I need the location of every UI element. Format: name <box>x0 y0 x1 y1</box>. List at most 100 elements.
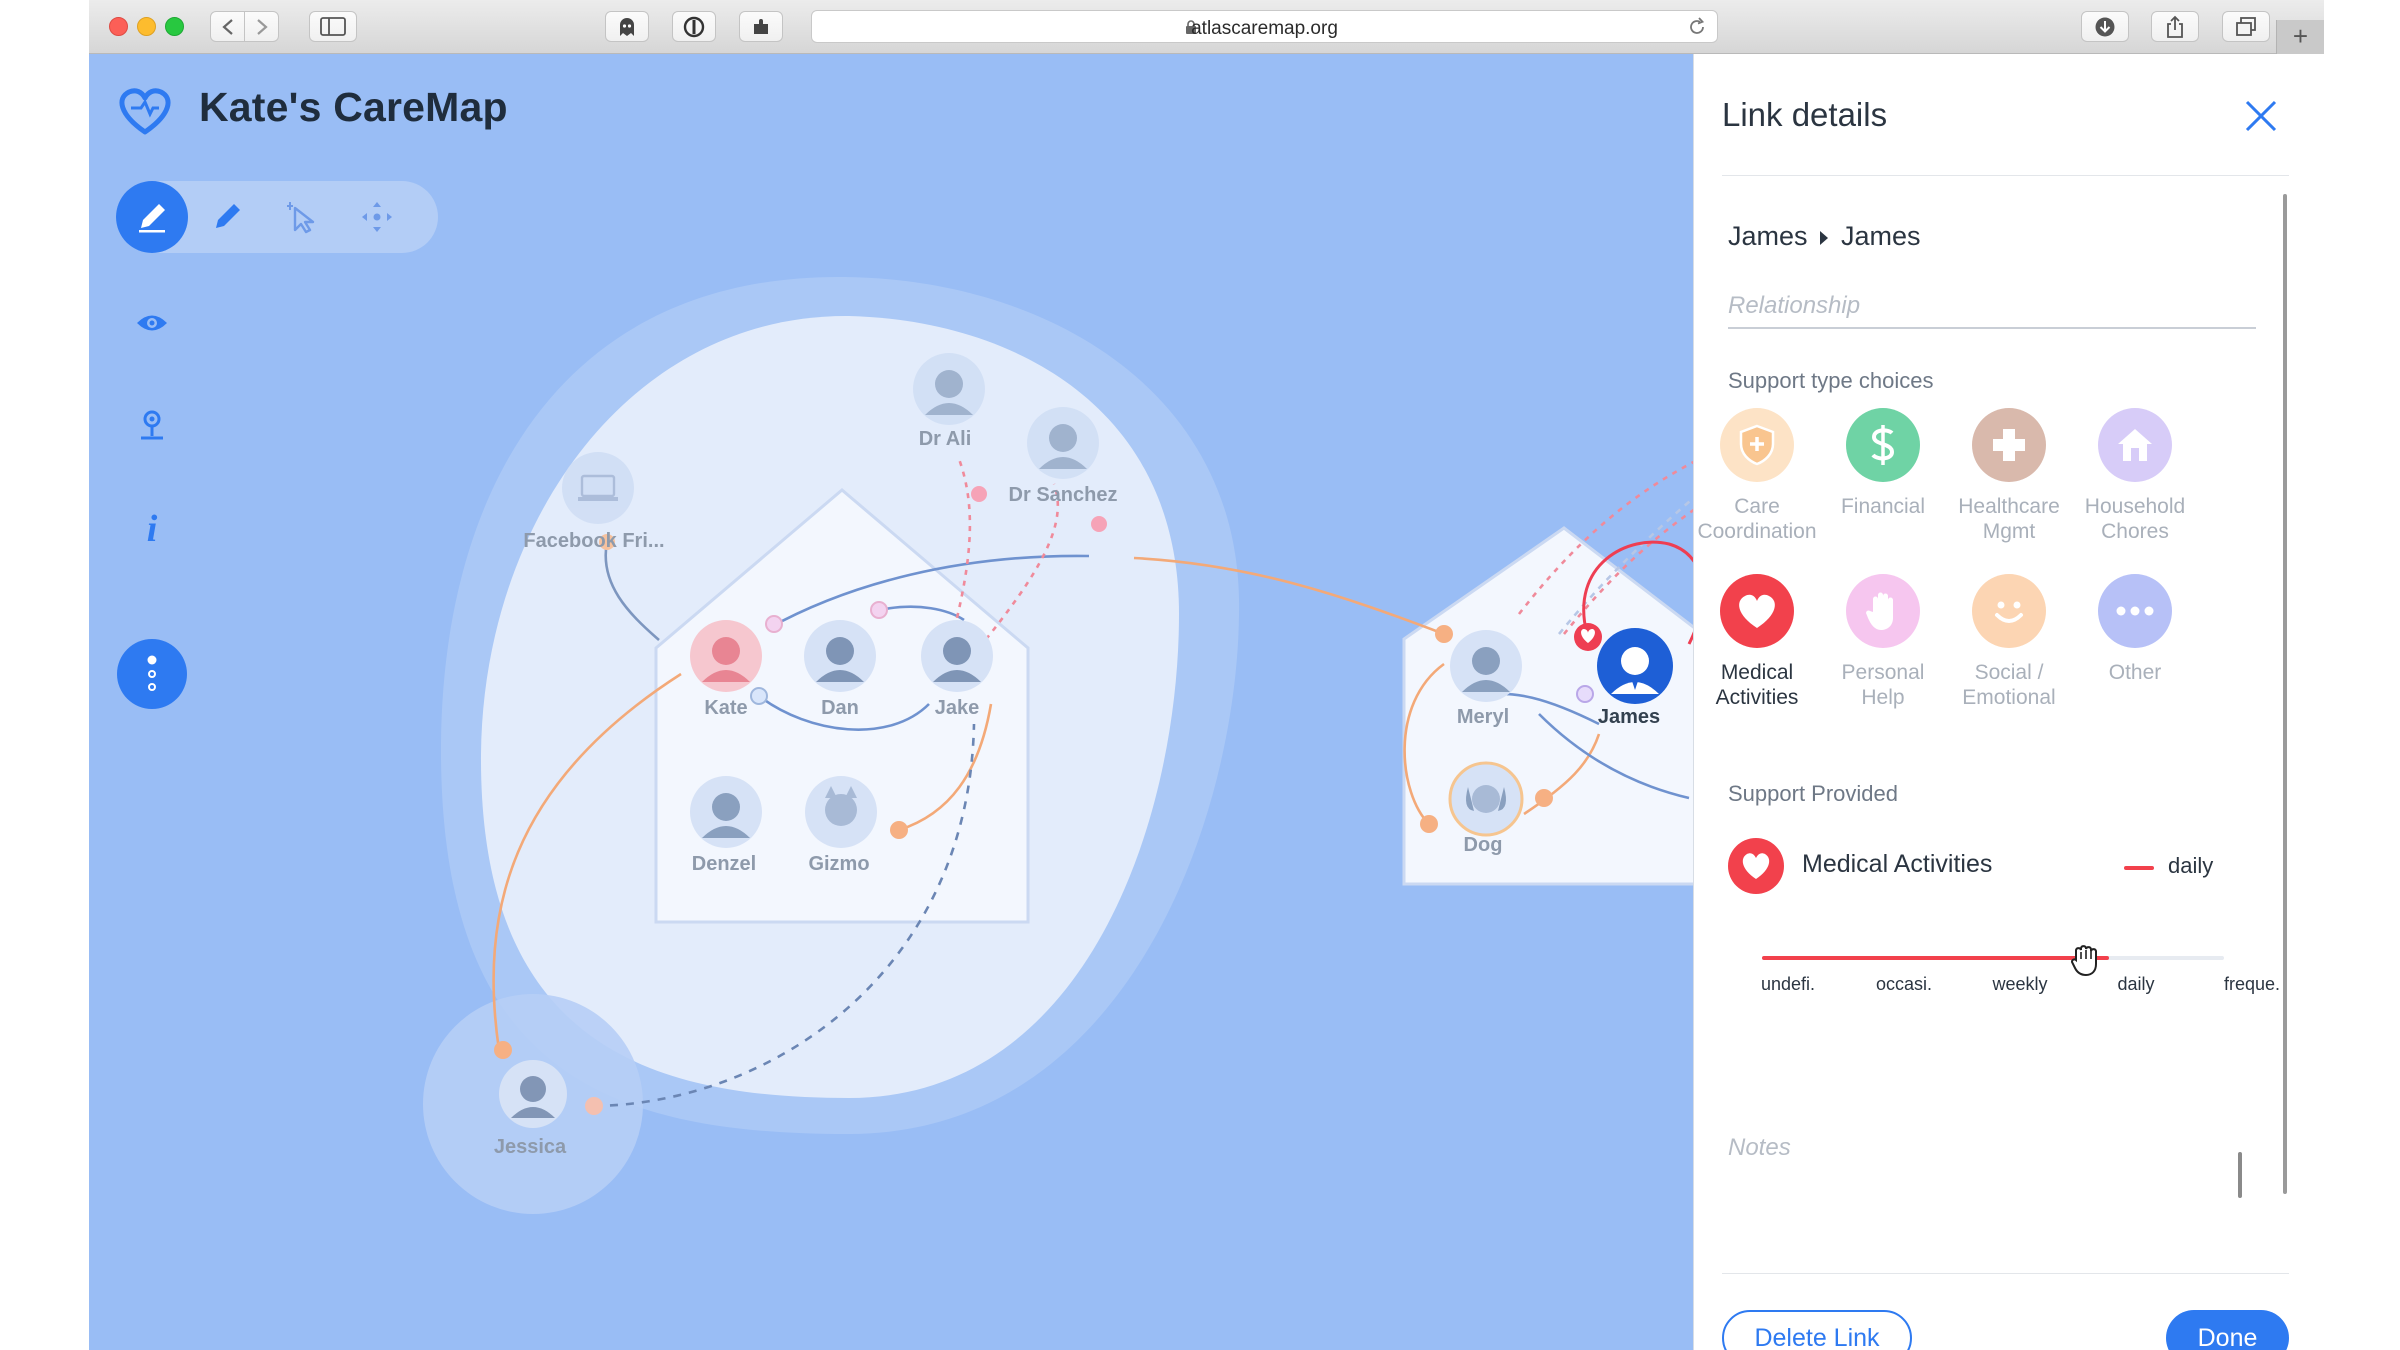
share-button[interactable] <box>2151 11 2199 42</box>
avatar-kate[interactable] <box>690 620 762 692</box>
avatar-james[interactable] <box>1597 628 1673 704</box>
screenshot-stage: atlascaremap.org + Kate Dan Jake Denzel … <box>0 0 2400 1350</box>
avatar-dan[interactable] <box>804 620 876 692</box>
frequency-tick-weekly[interactable]: weekly <box>1970 974 2070 995</box>
privacy-extension-button[interactable] <box>672 11 716 42</box>
heart-icon <box>1739 594 1775 628</box>
frequency-slider-track[interactable] <box>1762 956 2224 960</box>
reload-button[interactable] <box>1687 17 1707 43</box>
notes-scrollbar[interactable] <box>2238 1152 2242 1198</box>
avatar-facebook-friends[interactable] <box>562 452 634 524</box>
frequency-tick-undefined[interactable]: undefi. <box>1738 974 1838 995</box>
forward-button[interactable] <box>244 11 279 42</box>
support-type-care-line2: Coordination <box>1697 520 1817 543</box>
select-tool-button[interactable] <box>266 181 338 253</box>
frequency-tick-daily[interactable]: daily <box>2086 974 2186 995</box>
location-button[interactable] <box>129 402 175 448</box>
show-tabs-button[interactable] <box>2222 11 2270 42</box>
support-type-care-line1: Care <box>1734 495 1780 518</box>
avatar-denzel[interactable] <box>690 776 762 848</box>
relationship-input[interactable] <box>1728 284 2256 329</box>
downloads-button[interactable] <box>2081 11 2129 42</box>
edit-mode-button[interactable] <box>116 181 188 253</box>
shield-plus-icon <box>1739 424 1775 466</box>
support-type-social-line2: Emotional <box>1962 686 2056 709</box>
address-bar[interactable]: atlascaremap.org <box>811 10 1718 43</box>
house-icon <box>2118 429 2152 461</box>
provided-support-row[interactable]: Medical Activities daily <box>1728 834 2268 894</box>
avatar-jessica[interactable] <box>499 1060 567 1128</box>
move-tool-button[interactable] <box>341 181 413 253</box>
support-type-personal-circle <box>1846 574 1920 648</box>
node-label-facebook-friends: Facebook Fri... <box>523 530 665 552</box>
heart-outline-icon <box>119 88 171 135</box>
hand-icon <box>1866 592 1893 630</box>
more-options-icon <box>147 655 157 691</box>
avatar-dr-sanchez[interactable] <box>1027 407 1099 479</box>
browser-window: atlascaremap.org + Kate Dan Jake Denzel … <box>89 0 2324 1350</box>
draw-link-button[interactable] <box>191 181 263 253</box>
link-source-name: James <box>1728 221 1808 251</box>
view-toggle-button[interactable] <box>129 300 175 346</box>
pencil-icon <box>216 204 240 228</box>
node-label-dog: Dog <box>1463 834 1503 856</box>
provided-support-frequency: daily <box>2168 853 2214 878</box>
puzzle-icon <box>754 18 768 34</box>
support-type-other[interactable]: Other <box>2072 574 2198 685</box>
move-icon <box>362 202 392 232</box>
window-minimize-button[interactable] <box>137 17 156 36</box>
avatar-meryl[interactable] <box>1450 630 1522 702</box>
support-type-healthcare-circle <box>1972 408 2046 482</box>
support-type-personal-line1: Personal <box>1841 661 1925 684</box>
eye-icon <box>137 315 167 331</box>
node-label-jessica: Jessica <box>493 1136 567 1158</box>
delete-link-button[interactable]: Delete Link <box>1722 1310 1912 1350</box>
support-type-healthcare-mgmt[interactable]: Healthcare Mgmt <box>1946 408 2072 544</box>
sidebar-toggle-button[interactable] <box>309 11 357 42</box>
panel-divider <box>1722 175 2289 176</box>
support-type-personal-help[interactable]: Personal Help <box>1820 574 1946 710</box>
info-icon: i <box>146 508 158 550</box>
support-type-other-circle <box>2098 574 2172 648</box>
support-type-care-coordination[interactable]: Care Coordination <box>1694 408 1820 544</box>
support-provided-label: Support Provided <box>1728 781 1898 806</box>
window-close-button[interactable] <box>109 17 128 36</box>
support-type-healthcare-line1: Healthcare <box>1958 495 2060 518</box>
ghostery-extension-button[interactable] <box>605 11 649 42</box>
avatar-dr-ali[interactable] <box>913 353 985 425</box>
support-type-social-emotional[interactable]: Social / Emotional <box>1946 574 2072 710</box>
panel-close-button[interactable] <box>2239 94 2283 138</box>
node-label-james: James <box>1597 706 1661 728</box>
avatar-dog[interactable] <box>1448 761 1524 837</box>
node-label-meryl: Meryl <box>1456 706 1510 728</box>
support-type-medical-activities[interactable]: Medical Activities <box>1694 574 1820 710</box>
avatar-gizmo[interactable] <box>805 776 877 848</box>
frequency-tick-occasional[interactable]: occasi. <box>1854 974 1954 995</box>
back-button[interactable] <box>210 11 245 42</box>
new-tab-button[interactable]: + <box>2276 20 2324 54</box>
support-type-household-chores[interactable]: Household Chores <box>2072 408 2198 544</box>
browser-toolbar: atlascaremap.org + <box>89 0 2324 54</box>
select-icon <box>287 202 315 234</box>
avatar-jake[interactable] <box>921 620 993 692</box>
heart-icon <box>1742 853 1770 879</box>
support-type-financial[interactable]: Financial <box>1820 408 1946 519</box>
node-label-dan: Dan <box>821 697 859 719</box>
info-button[interactable]: i <box>129 506 175 552</box>
support-type-household-line1: Household <box>2084 495 2186 518</box>
panel-scrollbar[interactable] <box>2283 194 2287 1194</box>
link-heart-marker[interactable] <box>1574 623 1602 651</box>
support-type-other-line1: Other <box>2108 661 2162 684</box>
done-button[interactable]: Done <box>2166 1310 2289 1350</box>
location-pin-icon <box>141 410 163 440</box>
extension-button[interactable] <box>739 11 783 42</box>
window-zoom-button[interactable] <box>165 17 184 36</box>
sidebar-icon <box>320 17 346 36</box>
more-options-button[interactable] <box>117 639 187 709</box>
notes-input[interactable] <box>1728 1134 2256 1224</box>
node-label-gizmo: Gizmo <box>808 853 870 875</box>
plus-cross-icon <box>1993 429 2025 461</box>
frequency-tick-frequent[interactable]: freque. <box>2202 974 2302 995</box>
share-icon <box>2167 15 2183 38</box>
node-label-jake: Jake <box>934 697 980 719</box>
